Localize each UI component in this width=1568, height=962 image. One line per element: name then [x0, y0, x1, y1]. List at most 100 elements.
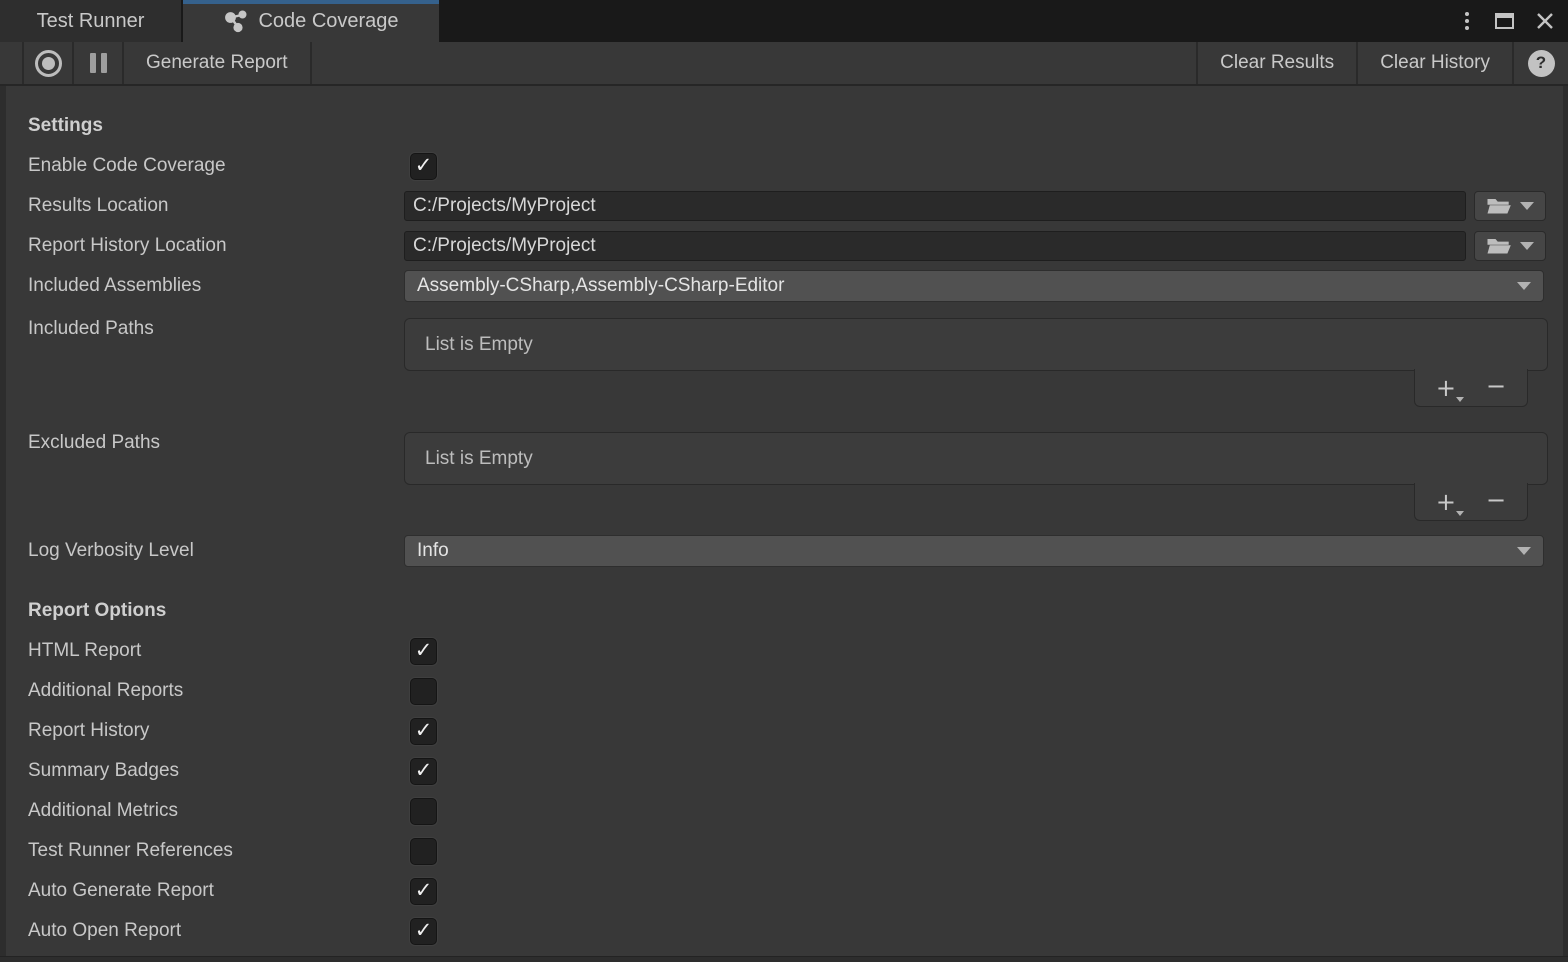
tab-code-coverage[interactable]: Code Coverage	[183, 0, 439, 42]
check-icon: ✓	[415, 155, 433, 176]
included-paths-label: Included Paths	[28, 306, 404, 340]
tab-bar: Test Runner Code Coverage	[0, 0, 1568, 42]
included-assemblies-value: Assembly-CSharp,Assembly-CSharp-Editor	[417, 275, 784, 297]
check-icon: ✓	[415, 640, 433, 661]
auto-open-report-row: Auto Open Report ✓	[0, 911, 1568, 951]
report-history-checkbox[interactable]: ✓	[410, 718, 437, 745]
included-assemblies-label: Included Assemblies	[28, 275, 404, 297]
excluded-paths-label: Excluded Paths	[28, 420, 404, 454]
tab-test-runner-label: Test Runner	[37, 10, 145, 33]
included-assemblies-dropdown[interactable]: Assembly-CSharp,Assembly-CSharp-Editor	[404, 270, 1544, 302]
settings-header-row: Settings	[0, 106, 1568, 146]
additional-reports-row: Additional Reports ✓	[0, 671, 1568, 711]
code-coverage-icon	[223, 8, 249, 34]
additional-reports-checkbox[interactable]: ✓	[410, 678, 437, 705]
results-location-label: Results Location	[28, 195, 404, 217]
auto-open-report-label: Auto Open Report	[28, 920, 404, 942]
html-report-label: HTML Report	[28, 640, 404, 662]
add-item-button[interactable]: +	[1436, 376, 1456, 400]
auto-generate-report-label: Auto Generate Report	[28, 880, 404, 902]
auto-generate-report-checkbox[interactable]: ✓	[410, 878, 437, 905]
log-verbosity-dropdown[interactable]: Info	[404, 535, 1544, 567]
html-report-row: HTML Report ✓	[0, 631, 1568, 671]
results-location-row: Results Location	[0, 186, 1568, 226]
excluded-paths-list-footer: + −	[1414, 483, 1528, 521]
record-button[interactable]	[24, 42, 74, 84]
summary-badges-row: Summary Badges ✓	[0, 751, 1568, 791]
record-icon	[35, 50, 62, 77]
check-icon: ✓	[415, 720, 433, 741]
pause-icon	[90, 53, 107, 73]
report-options-header-row: Report Options	[0, 591, 1568, 631]
tab-test-runner[interactable]: Test Runner	[0, 0, 181, 42]
report-history-location-browse-button[interactable]	[1474, 231, 1546, 261]
html-report-checkbox[interactable]: ✓	[410, 638, 437, 665]
window-controls	[1461, 0, 1554, 42]
included-paths-empty-text: List is Empty	[425, 334, 533, 356]
report-history-location-input[interactable]	[404, 231, 1466, 261]
enable-code-coverage-row: Enable Code Coverage ✓	[0, 146, 1568, 186]
clear-history-label: Clear History	[1380, 52, 1490, 74]
remove-item-button[interactable]: −	[1486, 488, 1506, 512]
clear-results-label: Clear Results	[1220, 52, 1334, 74]
window-frame-bottom	[0, 956, 1568, 962]
additional-metrics-row: Additional Metrics ✓	[0, 791, 1568, 831]
clear-results-button[interactable]: Clear Results	[1196, 42, 1356, 84]
chevron-down-icon	[1517, 547, 1531, 555]
included-paths-list-footer: + −	[1414, 369, 1528, 407]
check-icon: ✓	[415, 920, 433, 941]
kebab-menu-icon[interactable]	[1461, 8, 1473, 34]
plus-icon: +	[1436, 488, 1456, 516]
open-folder-icon	[1486, 196, 1512, 216]
excluded-paths-empty-text: List is Empty	[425, 448, 533, 470]
add-item-button[interactable]: +	[1436, 490, 1456, 514]
additional-metrics-label: Additional Metrics	[28, 800, 404, 822]
remove-item-button[interactable]: −	[1486, 374, 1506, 398]
chevron-down-icon	[1456, 511, 1464, 516]
results-location-input[interactable]	[404, 191, 1466, 221]
toolbar-flex-space	[312, 42, 1197, 84]
excluded-paths-row: Excluded Paths List is Empty + −	[0, 420, 1568, 521]
settings-panel: Settings Enable Code Coverage ✓ Results …	[0, 86, 1568, 951]
report-history-location-label: Report History Location	[28, 235, 404, 257]
toolbar-spacer	[0, 42, 24, 84]
results-location-browse-button[interactable]	[1474, 191, 1546, 221]
summary-badges-checkbox[interactable]: ✓	[410, 758, 437, 785]
summary-badges-label: Summary Badges	[28, 760, 404, 782]
log-verbosity-value: Info	[417, 540, 449, 562]
window-frame-right	[1563, 86, 1568, 962]
report-options-title: Report Options	[28, 600, 404, 622]
tab-code-coverage-label: Code Coverage	[258, 10, 398, 33]
pause-button[interactable]	[74, 42, 124, 84]
log-verbosity-row: Log Verbosity Level Info	[0, 531, 1568, 571]
included-paths-row: Included Paths List is Empty + −	[0, 306, 1568, 407]
auto-open-report-checkbox[interactable]: ✓	[410, 918, 437, 945]
enable-code-coverage-label: Enable Code Coverage	[28, 155, 404, 177]
report-history-label: Report History	[28, 720, 404, 742]
additional-metrics-checkbox[interactable]: ✓	[410, 798, 437, 825]
additional-reports-label: Additional Reports	[28, 680, 404, 702]
excluded-paths-list[interactable]: List is Empty	[404, 432, 1548, 485]
chevron-down-icon	[1520, 202, 1534, 210]
enable-code-coverage-checkbox[interactable]: ✓	[410, 153, 437, 180]
auto-generate-report-row: Auto Generate Report ✓	[0, 871, 1568, 911]
code-coverage-window: Test Runner Code Coverage	[0, 0, 1568, 962]
generate-report-button[interactable]: Generate Report	[124, 42, 312, 84]
settings-title: Settings	[28, 115, 404, 137]
maximize-icon[interactable]	[1495, 13, 1514, 29]
test-runner-references-row: Test Runner References ✓	[0, 831, 1568, 871]
included-paths-list[interactable]: List is Empty	[404, 318, 1548, 371]
chevron-down-icon	[1520, 242, 1534, 250]
check-icon: ✓	[415, 880, 433, 901]
plus-icon: +	[1436, 374, 1456, 402]
clear-history-button[interactable]: Clear History	[1356, 42, 1512, 84]
generate-report-label: Generate Report	[146, 52, 288, 74]
toolbar: Generate Report Clear Results Clear Hist…	[0, 42, 1568, 86]
window-frame-left	[0, 86, 6, 962]
help-button[interactable]: ?	[1512, 42, 1568, 84]
close-icon[interactable]	[1536, 12, 1554, 30]
chevron-down-icon	[1517, 282, 1531, 290]
help-icon: ?	[1528, 50, 1555, 77]
report-history-row: Report History ✓	[0, 711, 1568, 751]
test-runner-references-checkbox[interactable]: ✓	[410, 838, 437, 865]
